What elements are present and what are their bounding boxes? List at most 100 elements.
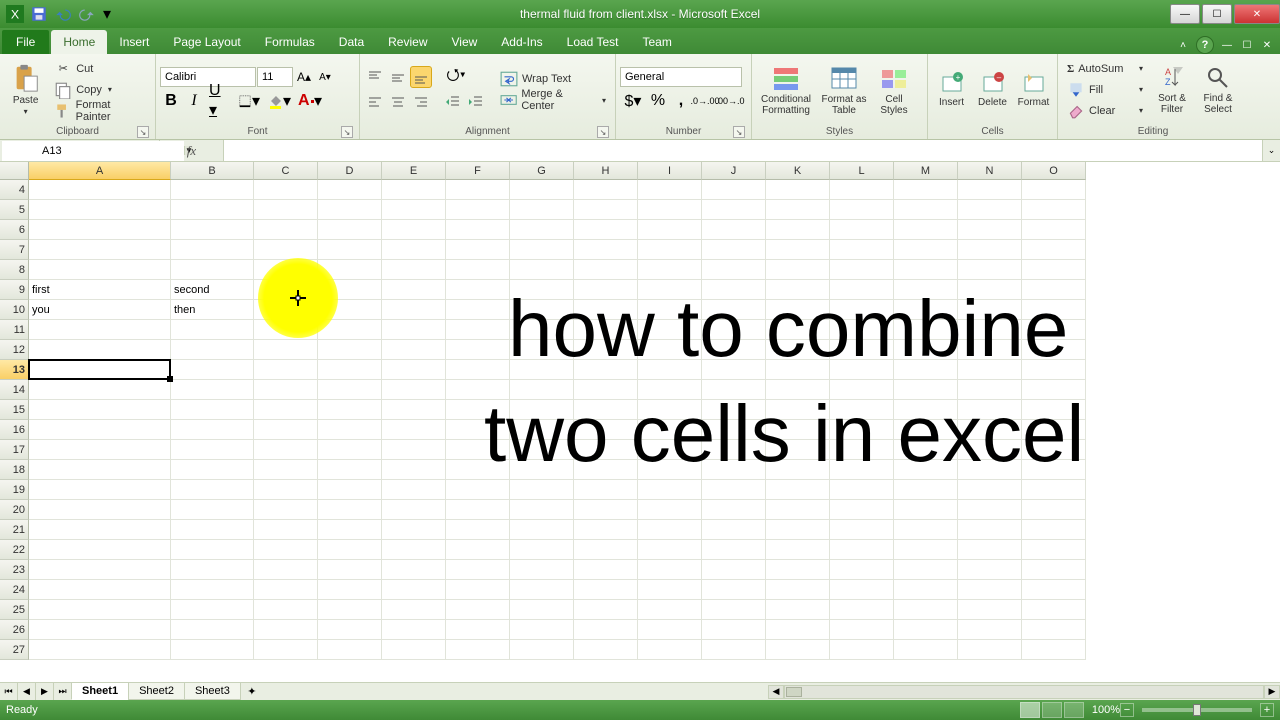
cell-O17[interactable] [1022,440,1086,460]
fill-color-button[interactable]: ▾ [264,90,294,112]
cell-I27[interactable] [638,640,702,660]
row-header-12[interactable]: 12 [0,340,29,360]
cell-I26[interactable] [638,620,702,640]
cell-L20[interactable] [830,500,894,520]
cell-L24[interactable] [830,580,894,600]
cell-A4[interactable] [29,180,171,200]
cell-H26[interactable] [574,620,638,640]
conditional-formatting-button[interactable]: Conditional Formatting [756,58,816,122]
bold-button[interactable]: B [160,90,182,112]
cell-F27[interactable] [446,640,510,660]
cell-G27[interactable] [510,640,574,660]
cell-C14[interactable] [254,380,318,400]
align-middle-button[interactable] [387,66,409,88]
cell-G11[interactable] [510,320,574,340]
cell-E19[interactable] [382,480,446,500]
cell-H16[interactable] [574,420,638,440]
cell-A26[interactable] [29,620,171,640]
cell-J20[interactable] [702,500,766,520]
cell-M6[interactable] [894,220,958,240]
cell-I14[interactable] [638,380,702,400]
row-header-11[interactable]: 11 [0,320,29,340]
cell-F25[interactable] [446,600,510,620]
cell-F23[interactable] [446,560,510,580]
row-header-14[interactable]: 14 [0,380,29,400]
cell-M12[interactable] [894,340,958,360]
merge-center-button[interactable]: Merge & Center▾ [495,90,611,110]
minimize-ribbon-icon[interactable]: ˄ [1176,38,1190,52]
cell-G9[interactable] [510,280,574,300]
cell-E22[interactable] [382,540,446,560]
cell-A14[interactable] [29,380,171,400]
cell-J14[interactable] [702,380,766,400]
cell-N24[interactable] [958,580,1022,600]
cell-O10[interactable] [1022,300,1086,320]
cell-D25[interactable] [318,600,382,620]
cell-D22[interactable] [318,540,382,560]
cell-F21[interactable] [446,520,510,540]
shrink-font-button[interactable]: A▾ [315,67,335,87]
cell-G12[interactable] [510,340,574,360]
cell-D15[interactable] [318,400,382,420]
help-icon[interactable]: ? [1196,36,1214,54]
tab-team[interactable]: Team [630,30,683,54]
cell-K25[interactable] [766,600,830,620]
cell-L9[interactable] [830,280,894,300]
cell-E21[interactable] [382,520,446,540]
cell-I7[interactable] [638,240,702,260]
tab-view[interactable]: View [440,30,490,54]
cell-A21[interactable] [29,520,171,540]
cell-C13[interactable] [254,360,318,380]
cell-B20[interactable] [171,500,254,520]
cell-O13[interactable] [1022,360,1086,380]
cell-C22[interactable] [254,540,318,560]
cell-A6[interactable] [29,220,171,240]
cell-J27[interactable] [702,640,766,660]
cell-J15[interactable] [702,400,766,420]
copy-button[interactable]: Copy▾ [49,80,151,100]
align-left-button[interactable] [364,91,386,113]
cell-K15[interactable] [766,400,830,420]
cell-J8[interactable] [702,260,766,280]
row-header-25[interactable]: 25 [0,600,29,620]
cell-A12[interactable] [29,340,171,360]
cell-N21[interactable] [958,520,1022,540]
tab-insert[interactable]: Insert [107,30,161,54]
cell-B11[interactable] [171,320,254,340]
row-header-22[interactable]: 22 [0,540,29,560]
cell-M15[interactable] [894,400,958,420]
cell-G5[interactable] [510,200,574,220]
number-launcher-icon[interactable]: ↘ [733,126,745,138]
cell-I25[interactable] [638,600,702,620]
cell-J21[interactable] [702,520,766,540]
cell-M14[interactable] [894,380,958,400]
cell-F24[interactable] [446,580,510,600]
font-name-select[interactable] [160,67,256,87]
cell-C23[interactable] [254,560,318,580]
row-header-5[interactable]: 5 [0,200,29,220]
cell-G19[interactable] [510,480,574,500]
cell-K27[interactable] [766,640,830,660]
cell-B25[interactable] [171,600,254,620]
cell-C5[interactable] [254,200,318,220]
cell-L6[interactable] [830,220,894,240]
cell-E18[interactable] [382,460,446,480]
cell-O19[interactable] [1022,480,1086,500]
cell-N12[interactable] [958,340,1022,360]
cell-H6[interactable] [574,220,638,240]
zoom-in-button[interactable]: + [1260,703,1274,717]
cell-C27[interactable] [254,640,318,660]
cell-N11[interactable] [958,320,1022,340]
cell-O18[interactable] [1022,460,1086,480]
cell-O27[interactable] [1022,640,1086,660]
minimize-button[interactable]: — [1170,4,1200,24]
cell-J17[interactable] [702,440,766,460]
cell-N4[interactable] [958,180,1022,200]
column-header-D[interactable]: D [318,162,382,180]
cell-M7[interactable] [894,240,958,260]
cell-K19[interactable] [766,480,830,500]
cell-K20[interactable] [766,500,830,520]
cell-J10[interactable] [702,300,766,320]
cell-K12[interactable] [766,340,830,360]
cell-H13[interactable] [574,360,638,380]
